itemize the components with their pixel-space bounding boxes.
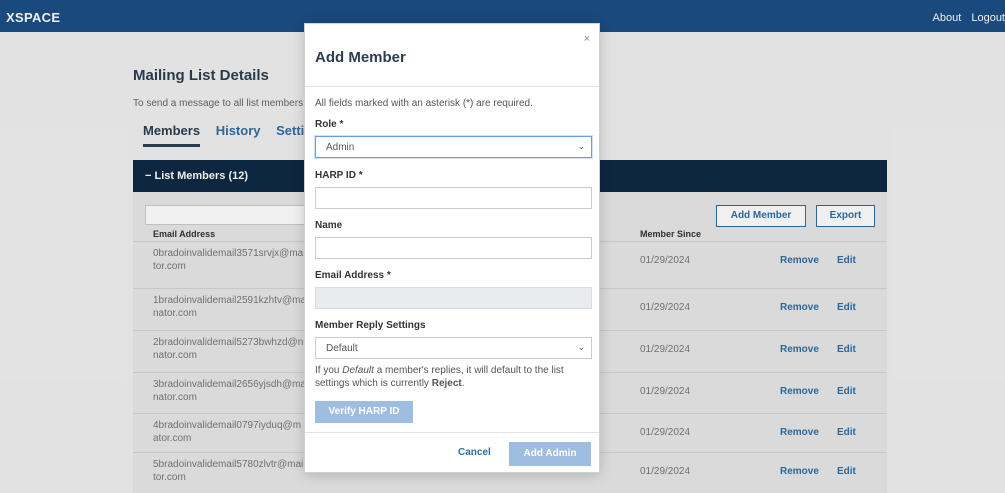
reply-settings-value: Default [326, 343, 358, 354]
help-text-part: . [461, 378, 465, 389]
reply-settings-select[interactable]: Default ⌄ [315, 337, 592, 359]
role-label: Role * [315, 119, 344, 130]
harp-id-input[interactable] [315, 187, 592, 209]
name-input[interactable] [315, 237, 592, 259]
verify-harp-id-button[interactable]: Verify HARP ID [315, 401, 413, 423]
help-text-default: Default [342, 365, 374, 376]
harp-id-label: HARP ID * [315, 170, 363, 181]
chevron-down-icon: ⌄ [577, 141, 585, 151]
role-select[interactable]: Admin ⌄ [315, 136, 592, 158]
reply-settings-help: If you Default a member's replies, it wi… [315, 364, 585, 390]
help-text-reject: Reject [431, 378, 462, 389]
close-icon[interactable]: × [584, 33, 590, 45]
reply-settings-label: Member Reply Settings [315, 320, 426, 331]
name-label: Name [315, 220, 343, 231]
modal-title: Add Member [315, 49, 406, 66]
help-text-part: If you [315, 365, 343, 376]
cancel-button[interactable]: Cancel [458, 447, 491, 458]
modal-header-divider [305, 86, 599, 87]
chevron-down-icon: ⌄ [577, 342, 585, 352]
add-admin-button[interactable]: Add Admin [509, 442, 591, 466]
email-label: Email Address * [315, 270, 391, 281]
modal-footer-divider [305, 432, 599, 433]
email-input[interactable] [315, 287, 592, 309]
role-select-value: Admin [326, 142, 355, 153]
required-fields-note: All fields marked with an asterisk (*) a… [315, 98, 533, 109]
add-member-modal: × Add Member All fields marked with an a… [304, 23, 600, 473]
